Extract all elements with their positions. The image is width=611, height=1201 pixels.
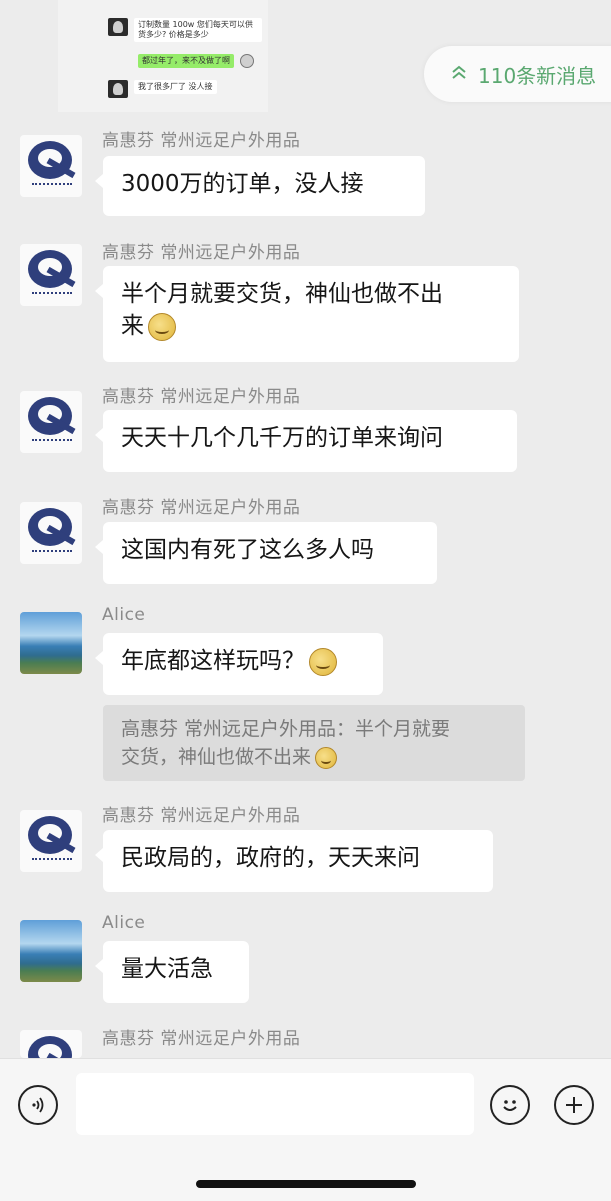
sender-name: Alice <box>102 913 146 933</box>
snippet-avatar-self <box>240 54 254 68</box>
message-text-end: 来 <box>121 313 144 339</box>
snippet-bubble-1: 订制数量 100w 您们每天可以供货多少? 价格是多少 <box>134 18 262 42</box>
avatar[interactable] <box>20 391 82 453</box>
quoted-reply-line: 高惠芬 常州远足户外用品：半个月就要 <box>121 718 451 740</box>
sender-name: 高惠芬 常州远足户外用品 <box>102 243 301 263</box>
home-indicator <box>196 1180 416 1188</box>
avatar[interactable] <box>20 244 82 306</box>
message-bubble[interactable]: 年底都这样玩吗？ <box>95 633 383 695</box>
sender-name: 高惠芬 常州远足户外用品 <box>102 387 301 407</box>
company-logo-icon <box>28 141 72 179</box>
sender-name: Alice <box>102 605 146 625</box>
quoted-reply[interactable]: 高惠芬 常州远足户外用品：半个月就要 交货，神仙也做不出来 <box>103 705 525 781</box>
message-bubble[interactable]: 民政局的，政府的，天天来问 <box>95 830 493 892</box>
double-chevron-up-icon <box>450 64 468 85</box>
message-text-line: 半个月就要交货，神仙也做不出 <box>121 281 443 307</box>
company-logo-icon <box>28 1036 72 1058</box>
message-bubble[interactable]: 半个月就要交货，神仙也做不出 来 <box>95 266 519 362</box>
plus-icon[interactable] <box>554 1085 594 1125</box>
quoted-reply-line: 交货，神仙也做不出来 <box>121 743 507 771</box>
snippet-row-1: 订制数量 100w 您们每天可以供货多少? 价格是多少 <box>108 18 262 42</box>
laugh-cry-emoji-icon <box>309 647 337 676</box>
smiley-icon[interactable] <box>490 1085 530 1125</box>
snippet-row-3: 我了很多厂了 没人接 <box>108 80 217 98</box>
message-bubble[interactable]: 3000万的订单，没人接 <box>95 156 425 216</box>
snippet-bubble-3: 我了很多厂了 没人接 <box>134 80 217 94</box>
laugh-cry-emoji-icon <box>315 746 338 769</box>
sender-name: 高惠芬 常州远足户外用品 <box>102 1029 301 1049</box>
avatar[interactable] <box>20 502 82 564</box>
new-messages-label: 110条新消息 <box>478 63 597 88</box>
forwarded-screenshot: 订制数量 100w 您们每天可以供货多少? 价格是多少 都过年了，来不及做了啊 … <box>58 0 268 112</box>
new-messages-pill[interactable]: 110条新消息 <box>424 46 611 102</box>
message-bubble[interactable]: 量大活急 <box>95 941 249 1003</box>
message-text: 年底都这样玩吗？ <box>121 648 305 674</box>
snippet-bubble-2: 都过年了，来不及做了啊 <box>138 54 234 68</box>
company-logo-icon <box>28 508 72 546</box>
voice-icon[interactable] <box>18 1085 58 1125</box>
message-text-line: 来 <box>121 310 501 342</box>
snippet-avatar <box>108 18 128 36</box>
sender-name: 高惠芬 常州远足户外用品 <box>102 131 301 151</box>
message-bubble[interactable]: 这国内有死了这么多人吗 <box>95 522 437 584</box>
avatar[interactable] <box>20 1030 82 1058</box>
avatar[interactable] <box>20 810 82 872</box>
quoted-reply-text-end: 交货，神仙也做不出来 <box>121 746 312 768</box>
avatar-landscape-photo[interactable] <box>20 920 82 982</box>
company-logo-icon <box>28 816 72 854</box>
company-logo-icon <box>28 397 72 435</box>
message-bubble[interactable]: 天天十几个几千万的订单来询问 <box>95 410 517 472</box>
laugh-cry-emoji-icon <box>148 312 176 341</box>
message-input[interactable] <box>76 1073 474 1135</box>
snippet-row-2: 都过年了，来不及做了啊 <box>138 54 254 68</box>
company-logo-icon <box>28 250 72 288</box>
sender-name: 高惠芬 常州远足户外用品 <box>102 806 301 826</box>
avatar-landscape-photo[interactable] <box>20 612 82 674</box>
avatar[interactable] <box>20 135 82 197</box>
snippet-avatar <box>108 80 128 98</box>
sender-name: 高惠芬 常州远足户外用品 <box>102 498 301 518</box>
